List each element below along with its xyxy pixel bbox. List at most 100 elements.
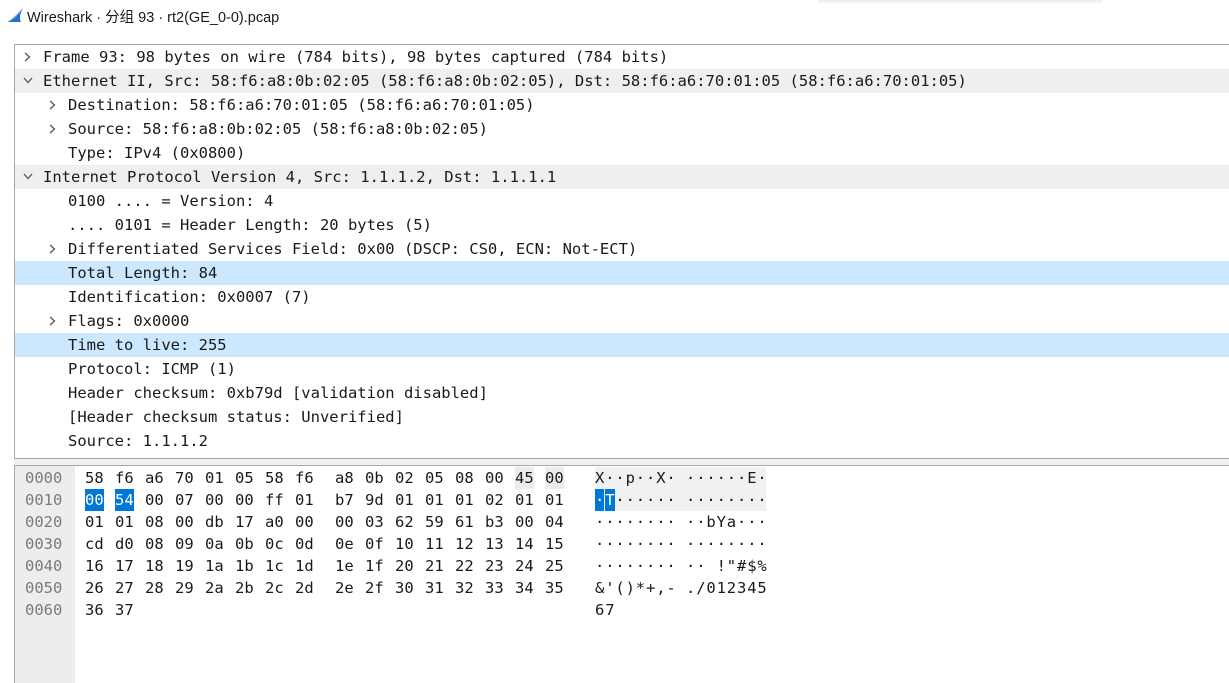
ascii-char[interactable]: · — [717, 533, 726, 555]
tree-row[interactable]: Flags: 0x0000 — [15, 309, 1229, 333]
ascii-char[interactable]: · — [727, 533, 736, 555]
hex-byte[interactable]: cd — [85, 533, 104, 555]
hex-byte[interactable]: 2a — [205, 577, 224, 599]
ascii-char[interactable]: · — [686, 467, 695, 489]
ascii-char[interactable]: · — [626, 511, 635, 533]
ascii-char[interactable] — [706, 555, 715, 577]
ascii-char[interactable]: · — [666, 533, 675, 555]
hex-byte[interactable]: 62 — [395, 511, 414, 533]
ascii-char[interactable]: · — [717, 489, 726, 511]
tree-row[interactable]: .... 0101 = Header Length: 20 bytes (5) — [15, 213, 1229, 237]
chevron-down-icon[interactable] — [22, 165, 34, 189]
tree-row[interactable]: Type: IPv4 (0x0800) — [15, 141, 1229, 165]
ascii-char[interactable]: / — [696, 577, 705, 599]
ascii-char[interactable]: · — [757, 467, 766, 489]
hex-byte[interactable]: 0d — [295, 533, 314, 555]
ascii-char[interactable]: · — [686, 533, 695, 555]
ascii-char[interactable]: · — [646, 489, 655, 511]
hex-byte[interactable]: a6 — [145, 467, 164, 489]
ascii-char[interactable]: · — [656, 511, 665, 533]
hex-byte[interactable]: 01 — [425, 489, 444, 511]
hex-byte[interactable]: 19 — [175, 555, 194, 577]
hex-byte[interactable]: 1a — [205, 555, 224, 577]
hex-byte[interactable]: 09 — [175, 533, 194, 555]
ascii-char[interactable]: · — [646, 467, 655, 489]
tree-row[interactable]: Header checksum: 0xb79d [validation disa… — [15, 381, 1229, 405]
hex-byte[interactable]: 00 — [235, 489, 254, 511]
chevron-right-icon[interactable] — [47, 309, 59, 333]
hex-byte[interactable]: 00 — [145, 489, 164, 511]
ascii-char[interactable]: · — [747, 489, 756, 511]
ascii-char[interactable]: · — [747, 533, 756, 555]
ascii-char[interactable]: 5 — [757, 577, 766, 599]
ascii-char[interactable]: · — [646, 511, 655, 533]
hex-byte[interactable]: 11 — [425, 533, 444, 555]
ascii-char[interactable]: · — [757, 511, 766, 533]
ascii-char[interactable]: . — [686, 577, 695, 599]
tree-row[interactable]: Differentiated Services Field: 0x00 (DSC… — [15, 237, 1229, 261]
hex-byte[interactable]: 0b — [235, 533, 254, 555]
ascii-char[interactable]: 6 — [595, 599, 604, 621]
ascii-char[interactable]: 7 — [605, 599, 614, 621]
chevron-right-icon[interactable] — [47, 93, 59, 117]
ascii-char[interactable]: & — [595, 577, 604, 599]
ascii-char[interactable]: · — [747, 511, 756, 533]
hex-byte[interactable]: d0 — [115, 533, 134, 555]
hex-byte[interactable]: 01 — [455, 489, 474, 511]
hex-byte[interactable]: 01 — [205, 467, 224, 489]
ascii-char[interactable]: ) — [626, 577, 635, 599]
hex-byte[interactable]: 28 — [145, 577, 164, 599]
ascii-char[interactable]: · — [615, 533, 624, 555]
chevron-down-icon[interactable] — [22, 69, 34, 93]
hex-byte[interactable]: a0 — [265, 511, 284, 533]
hex-byte[interactable]: 01 — [115, 511, 134, 533]
tree-row[interactable]: [Header checksum status: Unverified] — [15, 405, 1229, 429]
ascii-char[interactable]: · — [696, 555, 705, 577]
hex-byte[interactable]: 45 — [515, 467, 534, 489]
hex-byte[interactable]: 59 — [425, 511, 444, 533]
hex-byte[interactable]: 58 — [85, 467, 104, 489]
hex-byte[interactable]: 08 — [145, 533, 164, 555]
ascii-char[interactable]: a — [727, 511, 736, 533]
ascii-char[interactable]: · — [696, 467, 705, 489]
hex-byte[interactable]: 18 — [145, 555, 164, 577]
hex-byte[interactable]: a8 — [335, 467, 354, 489]
ascii-char[interactable]: · — [605, 467, 614, 489]
hex-byte[interactable]: 00 — [545, 467, 564, 489]
hex-byte[interactable]: 00 — [515, 511, 534, 533]
hex-byte[interactable]: 0f — [365, 533, 384, 555]
ascii-char[interactable]: · — [636, 533, 645, 555]
ascii-char[interactable]: 4 — [747, 577, 756, 599]
ascii-char[interactable]: · — [686, 489, 695, 511]
hex-byte[interactable]: 23 — [485, 555, 504, 577]
hex-byte[interactable]: 2e — [335, 577, 354, 599]
ascii-char[interactable]: · — [646, 555, 655, 577]
hex-byte[interactable]: 05 — [235, 467, 254, 489]
hex-byte[interactable]: 9d — [365, 489, 384, 511]
hex-byte[interactable]: 1d — [295, 555, 314, 577]
ascii-char[interactable]: , — [656, 577, 665, 599]
hex-byte[interactable]: 03 — [365, 511, 384, 533]
ascii-char[interactable]: Y — [717, 511, 726, 533]
tree-row[interactable]: Time to live: 255 — [15, 333, 1229, 357]
ascii-char[interactable]: · — [706, 489, 715, 511]
hex-byte[interactable]: 0e — [335, 533, 354, 555]
ascii-char[interactable]: · — [646, 533, 655, 555]
hex-byte[interactable]: 54 — [115, 489, 134, 511]
hex-byte[interactable]: 00 — [335, 511, 354, 533]
ascii-char[interactable]: · — [696, 533, 705, 555]
ascii-char[interactable]: X — [656, 467, 665, 489]
hex-byte[interactable]: 2d — [295, 577, 314, 599]
hex-byte[interactable]: 1e — [335, 555, 354, 577]
hex-byte[interactable]: 1b — [235, 555, 254, 577]
hex-byte[interactable]: 0b — [365, 467, 384, 489]
packet-details-pane[interactable]: Frame 93: 98 bytes on wire (784 bits), 9… — [14, 44, 1229, 459]
hex-byte[interactable]: 07 — [175, 489, 194, 511]
chevron-right-icon[interactable] — [47, 117, 59, 141]
hex-byte[interactable]: 26 — [85, 577, 104, 599]
ascii-char[interactable]: - — [666, 577, 675, 599]
hex-byte[interactable]: 01 — [545, 489, 564, 511]
ascii-char[interactable]: · — [605, 533, 614, 555]
hex-byte[interactable]: db — [205, 511, 224, 533]
ascii-char[interactable]: 0 — [706, 577, 715, 599]
